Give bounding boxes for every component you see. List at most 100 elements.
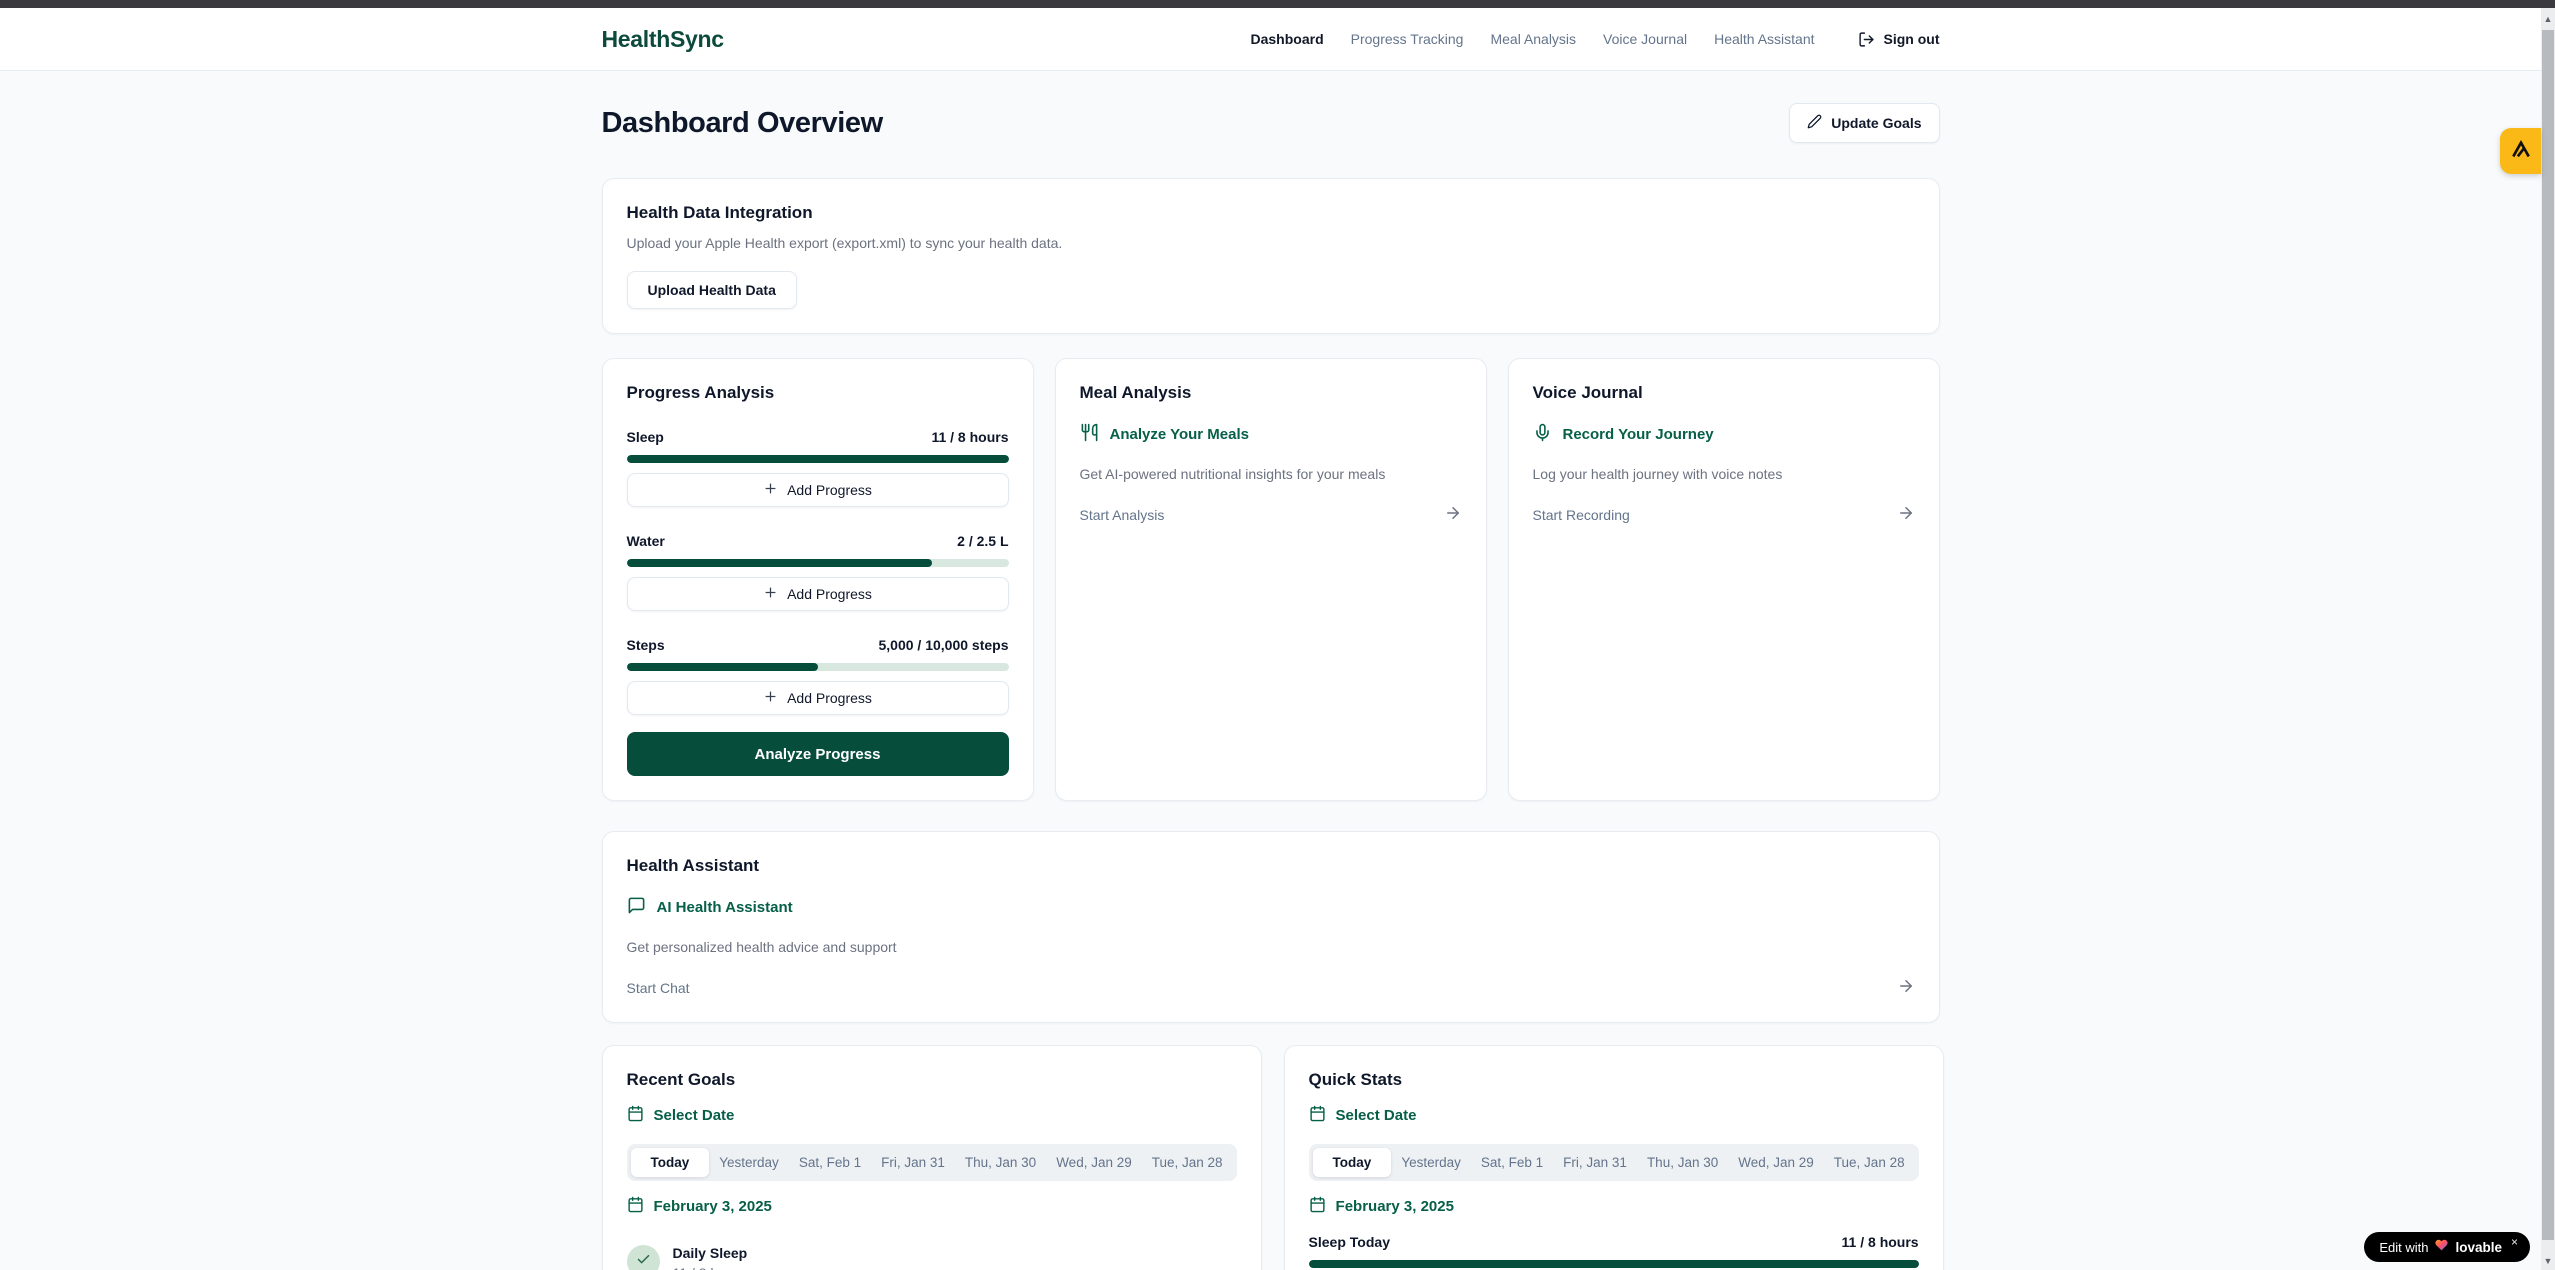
tab-sat-feb-1[interactable]: Sat, Feb 1 [789, 1148, 871, 1177]
quick-stats-date-tabs: Today Yesterday Sat, Feb 1 Fri, Jan 31 T… [1309, 1144, 1919, 1181]
tab-thu-jan-30[interactable]: Thu, Jan 30 [1637, 1148, 1728, 1177]
metric-steps: Steps 5,000 / 10,000 steps Add Progress [627, 637, 1009, 715]
close-icon[interactable]: × [2511, 1235, 2518, 1249]
tab-thu-jan-30[interactable]: Thu, Jan 30 [955, 1148, 1046, 1177]
integration-description: Upload your Apple Health export (export.… [627, 235, 1915, 251]
progress-analysis-card: Progress Analysis Sleep 11 / 8 hours Add… [602, 358, 1034, 801]
nav-meal-analysis[interactable]: Meal Analysis [1490, 31, 1576, 47]
plus-icon [763, 689, 778, 707]
calendar-icon [1309, 1196, 1326, 1217]
sign-out-button[interactable]: Sign out [1858, 31, 1940, 48]
analyze-progress-button[interactable]: Analyze Progress [627, 732, 1009, 776]
analyze-your-meals-link[interactable]: Analyze Your Meals [1080, 423, 1462, 446]
plus-icon [763, 481, 778, 499]
calendar-icon [1309, 1105, 1326, 1126]
add-progress-button-water[interactable]: Add Progress [627, 577, 1009, 611]
tab-yesterday[interactable]: Yesterday [1391, 1148, 1471, 1177]
progress-bar-sleep [627, 455, 1009, 463]
nav-voice-journal[interactable]: Voice Journal [1603, 31, 1687, 47]
tab-wed-jan-29[interactable]: Wed, Jan 29 [1046, 1148, 1142, 1177]
sign-out-label: Sign out [1884, 31, 1940, 47]
quick-stats-card: Quick Stats Select Date Today Yesterday … [1284, 1045, 1944, 1270]
recent-goals-current-date[interactable]: February 3, 2025 [627, 1196, 1237, 1217]
arrow-right-icon [1897, 504, 1915, 525]
voice-journal-title: Voice Journal [1533, 383, 1915, 403]
quick-stats-title: Quick Stats [1309, 1070, 1919, 1090]
voice-journal-card: Voice Journal Record Your Journey Log yo… [1508, 358, 1940, 801]
start-chat-link[interactable]: Start Chat [627, 977, 1915, 998]
add-progress-button-steps[interactable]: Add Progress [627, 681, 1009, 715]
tab-fri-jan-31[interactable]: Fri, Jan 31 [871, 1148, 955, 1177]
page-title: Dashboard Overview [602, 107, 883, 140]
gradient-heart-icon [2434, 1238, 2449, 1257]
scroll-up-arrow-icon[interactable]: ▲ [2541, 12, 2555, 26]
goal-completed-badge [627, 1245, 660, 1270]
recent-goals-date-tabs: Today Yesterday Sat, Feb 1 Fri, Jan 31 T… [627, 1144, 1237, 1181]
calendar-icon [627, 1105, 644, 1126]
tab-today[interactable]: Today [1313, 1148, 1392, 1177]
recent-goals-card: Recent Goals Select Date Today Yesterday… [602, 1045, 1262, 1270]
tab-fri-jan-31[interactable]: Fri, Jan 31 [1553, 1148, 1637, 1177]
log-out-icon [1858, 31, 1875, 48]
window-top-strip [0, 0, 2555, 8]
metric-label: Water [627, 533, 665, 549]
ai-health-assistant-link[interactable]: AI Health Assistant [627, 896, 1915, 919]
arrow-right-icon [1897, 977, 1915, 998]
nav-progress-tracking[interactable]: Progress Tracking [1351, 31, 1464, 47]
progress-bar-water [627, 559, 1009, 567]
tab-wed-jan-29[interactable]: Wed, Jan 29 [1728, 1148, 1824, 1177]
metric-label: Sleep [627, 429, 664, 445]
meal-analysis-description: Get AI-powered nutritional insights for … [1080, 466, 1462, 482]
scrollbar-thumb[interactable] [2542, 30, 2554, 1240]
tab-tue-jan-28[interactable]: Tue, Jan 28 [1142, 1148, 1233, 1177]
metric-value: 5,000 / 10,000 steps [879, 637, 1009, 653]
start-analysis-link[interactable]: Start Analysis [1080, 504, 1462, 525]
metric-sleep: Sleep 11 / 8 hours Add Progress [627, 429, 1009, 507]
recent-goals-title: Recent Goals [627, 1070, 1237, 1090]
mic-icon [1533, 423, 1552, 446]
health-data-integration-card: Health Data Integration Upload your Appl… [602, 178, 1940, 334]
metric-value: 11 / 8 hours [931, 429, 1008, 445]
upload-health-data-button[interactable]: Upload Health Data [627, 271, 797, 309]
app-root: HealthSync Dashboard Progress Tracking M… [0, 8, 2541, 1270]
nav-health-assistant[interactable]: Health Assistant [1714, 31, 1814, 47]
meal-analysis-card: Meal Analysis Analyze Your Meals Get AI-… [1055, 358, 1487, 801]
metric-water: Water 2 / 2.5 L Add Progress [627, 533, 1009, 611]
health-assistant-card: Health Assistant AI Health Assistant Get… [602, 831, 1940, 1023]
quick-stats-select-date[interactable]: Select Date [1309, 1105, 1919, 1126]
arrow-right-icon [1444, 504, 1462, 525]
voice-journal-description: Log your health journey with voice notes [1533, 466, 1915, 482]
vertical-scrollbar[interactable]: ▲ ▼ [2541, 0, 2555, 1270]
tab-today[interactable]: Today [631, 1148, 710, 1177]
health-assistant-title: Health Assistant [627, 856, 1915, 876]
scroll-down-arrow-icon[interactable]: ▼ [2541, 1254, 2555, 1268]
nav-dashboard[interactable]: Dashboard [1251, 31, 1324, 47]
tab-tue-jan-28[interactable]: Tue, Jan 28 [1824, 1148, 1915, 1177]
goal-value: 11 / 8 hours [673, 1265, 748, 1270]
calendar-icon [627, 1196, 644, 1217]
chat-bubble-icon [627, 896, 646, 919]
peak-logo-icon [2510, 138, 2532, 165]
progress-bar-steps [627, 663, 1009, 671]
pencil-icon [1807, 114, 1822, 132]
start-recording-link[interactable]: Start Recording [1533, 504, 1915, 525]
meal-analysis-title: Meal Analysis [1080, 383, 1462, 403]
metric-value: 2 / 2.5 L [957, 533, 1008, 549]
add-progress-button-sleep[interactable]: Add Progress [627, 473, 1009, 507]
side-extension-badge[interactable] [2500, 128, 2541, 174]
edit-with-lovable-badge[interactable]: Edit with lovable × [2364, 1232, 2530, 1262]
check-icon [636, 1252, 651, 1270]
recent-goals-select-date[interactable]: Select Date [627, 1105, 1237, 1126]
stat-value: 11 / 8 hours [1842, 1234, 1919, 1250]
tab-yesterday[interactable]: Yesterday [709, 1148, 789, 1177]
app-logo: HealthSync [602, 26, 724, 53]
main-nav: Dashboard Progress Tracking Meal Analysi… [1251, 31, 1940, 48]
tab-sat-feb-1[interactable]: Sat, Feb 1 [1471, 1148, 1553, 1177]
progress-analysis-title: Progress Analysis [627, 383, 1009, 403]
quick-stats-current-date[interactable]: February 3, 2025 [1309, 1196, 1919, 1217]
goal-item-daily-sleep: Daily Sleep 11 / 8 hours [627, 1245, 1237, 1270]
stat-label: Sleep Today [1309, 1234, 1390, 1250]
plus-icon [763, 585, 778, 603]
update-goals-button[interactable]: Update Goals [1789, 103, 1939, 143]
record-your-journey-link[interactable]: Record Your Journey [1533, 423, 1915, 446]
